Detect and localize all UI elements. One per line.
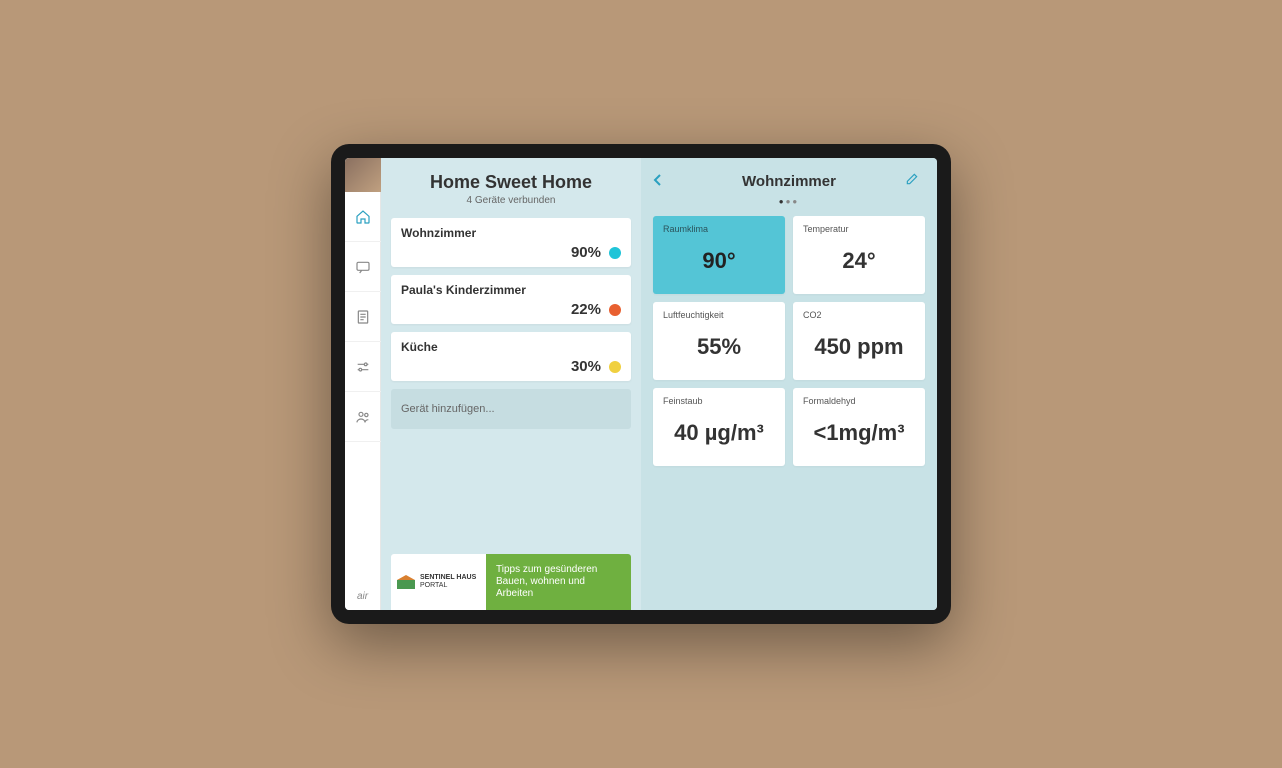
metric-card[interactable]: Temperatur 24°	[793, 216, 925, 294]
metric-label: Feinstaub	[663, 396, 775, 406]
metric-label: Raumklima	[663, 224, 775, 234]
metric-card[interactable]: Feinstaub 40 µg/m³	[653, 388, 785, 466]
room-card[interactable]: Küche 30%	[391, 332, 631, 381]
promo-brand-bottom: PORTAL	[420, 582, 447, 589]
promo-banner[interactable]: SENTINEL HAUS PORTAL Tipps zum gesündere…	[391, 554, 631, 610]
room-name: Paula's Kinderzimmer	[401, 283, 621, 297]
room-card[interactable]: Wohnzimmer 90%	[391, 218, 631, 267]
metric-card[interactable]: Luftfeuchtigkeit 55%	[653, 302, 785, 380]
metric-card[interactable]: Raumklima 90°	[653, 216, 785, 294]
promo-brand: SENTINEL HAUS PORTAL	[391, 554, 486, 610]
metric-label: Temperatur	[803, 224, 915, 234]
status-dot	[609, 247, 621, 259]
edit-button[interactable]	[905, 172, 925, 191]
document-icon	[355, 309, 371, 325]
room-name: Wohnzimmer	[401, 226, 621, 240]
metric-label: Luftfeuchtigkeit	[663, 310, 775, 320]
metric-value: 55%	[663, 334, 775, 360]
metric-value: 24°	[803, 248, 915, 274]
pencil-icon	[905, 172, 919, 186]
status-dot	[609, 361, 621, 373]
room-value: 22%	[571, 301, 601, 318]
room-list-panel: Home Sweet Home 4 Geräte verbunden Wohnz…	[381, 158, 641, 610]
add-device-button[interactable]: Gerät hinzufügen...	[391, 389, 631, 429]
sliders-icon	[355, 359, 371, 375]
avatar[interactable]	[345, 158, 381, 192]
nav-reports[interactable]	[345, 292, 381, 342]
metric-value: 450 ppm	[803, 334, 915, 360]
home-icon	[355, 209, 371, 225]
metric-value: 90°	[663, 248, 775, 274]
metric-value: 40 µg/m³	[663, 420, 775, 446]
promo-text: Tipps zum gesünderen Bauen, wohnen und A…	[486, 554, 631, 610]
room-card[interactable]: Paula's Kinderzimmer 22%	[391, 275, 631, 324]
chat-icon	[355, 259, 371, 275]
nav-messages[interactable]	[345, 242, 381, 292]
back-button[interactable]	[653, 173, 673, 190]
metric-label: Formaldehyd	[803, 396, 915, 406]
room-name: Küche	[401, 340, 621, 354]
app-screen: air Home Sweet Home 4 Geräte verbunden W…	[345, 158, 937, 610]
tablet-frame: air Home Sweet Home 4 Geräte verbunden W…	[331, 144, 951, 624]
users-icon	[355, 409, 371, 425]
metric-label: CO2	[803, 310, 915, 320]
detail-title: Wohnzimmer	[673, 173, 905, 190]
detail-header: Wohnzimmer	[653, 172, 925, 191]
page-title: Home Sweet Home	[391, 172, 631, 193]
brand-logo: air	[357, 583, 368, 610]
room-value: 90%	[571, 244, 601, 261]
promo-brand-top: SENTINEL HAUS	[420, 574, 476, 582]
status-dot	[609, 304, 621, 316]
nav-home[interactable]	[345, 192, 381, 242]
room-detail-panel: Wohnzimmer ●●● Raumklima 90° Temperatur 24°…	[641, 158, 937, 610]
add-device-label: Gerät hinzufügen...	[401, 403, 495, 415]
sidebar: air	[345, 158, 381, 610]
metric-card[interactable]: Formaldehyd <1mg/m³	[793, 388, 925, 466]
page-indicator: ●●●	[653, 197, 925, 206]
house-icon	[397, 575, 415, 589]
metric-card[interactable]: CO2 450 ppm	[793, 302, 925, 380]
page-subtitle: 4 Geräte verbunden	[391, 195, 631, 206]
chevron-left-icon	[653, 173, 663, 187]
metric-value: <1mg/m³	[803, 420, 915, 446]
nav-settings[interactable]	[345, 342, 381, 392]
room-value: 30%	[571, 358, 601, 375]
nav-users[interactable]	[345, 392, 381, 442]
